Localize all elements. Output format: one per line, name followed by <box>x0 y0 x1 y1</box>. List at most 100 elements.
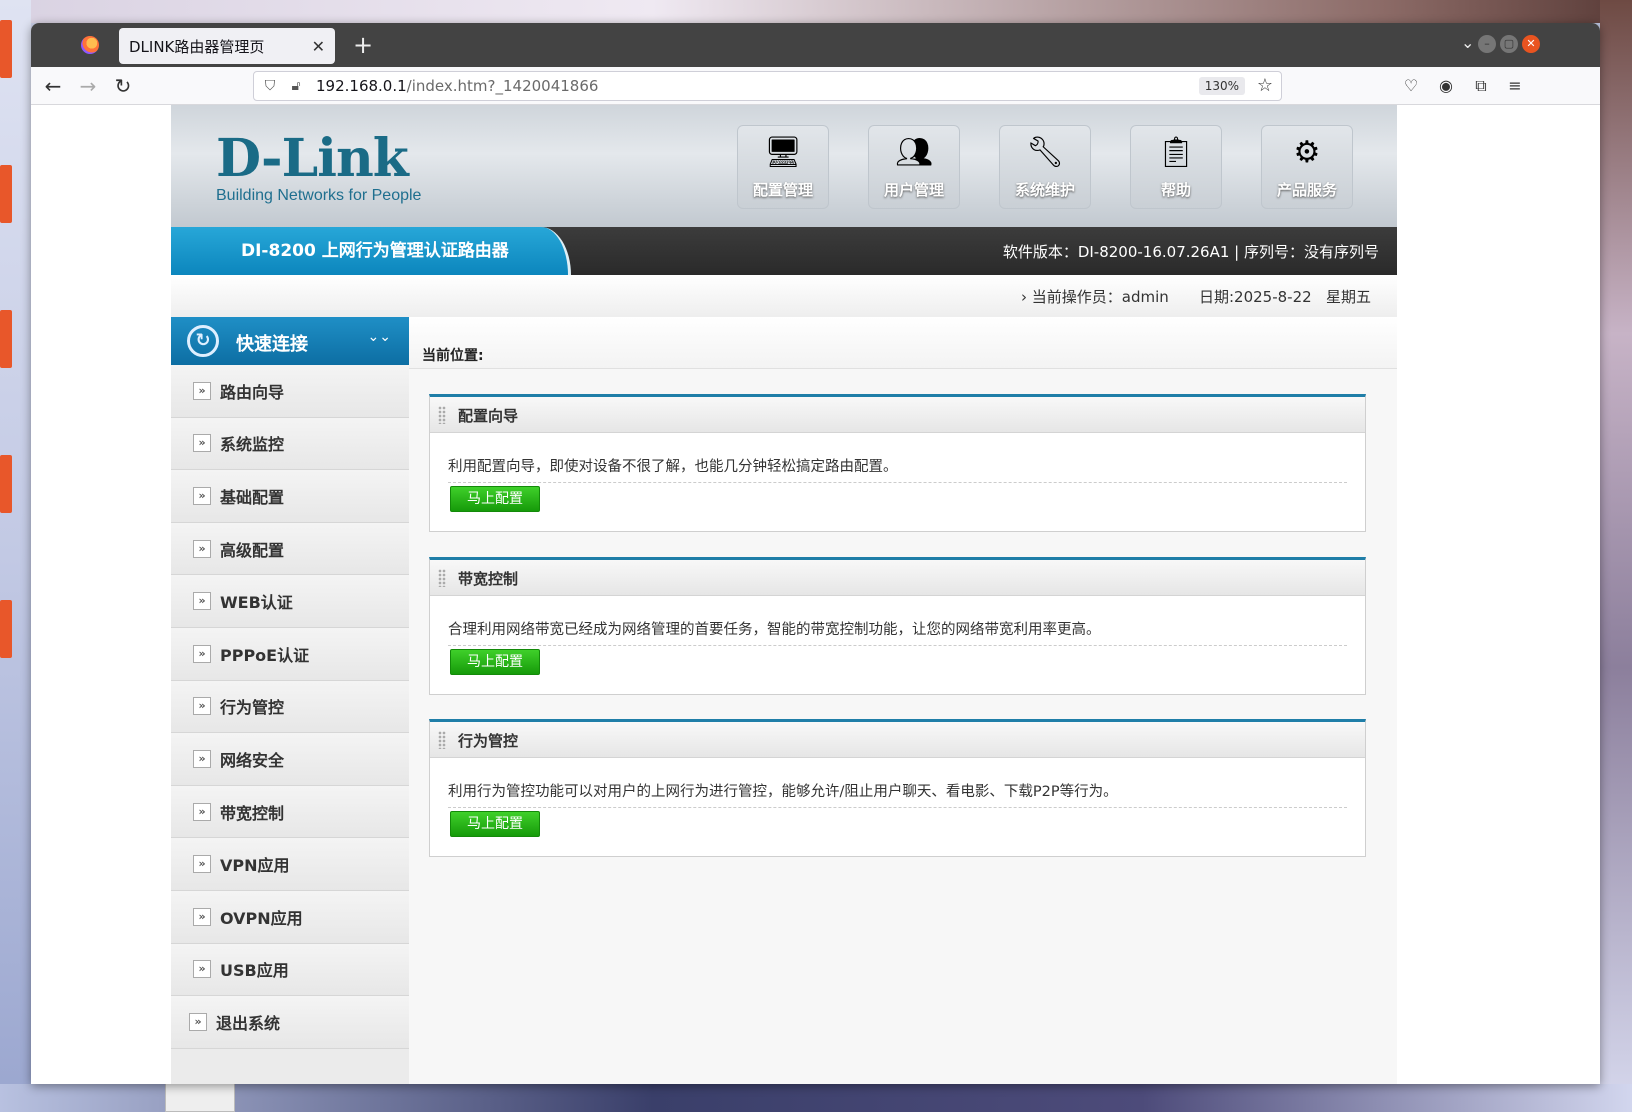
sidebar-item-label: 网络安全 <box>220 750 285 770</box>
main-content: 当前位置: 配置向导 利用配置向导，即使对设备不很了解，也能几分钟轻松搞定路由配… <box>409 317 1397 1084</box>
sliders-icon: ⚙︎ <box>1293 135 1321 170</box>
browser-tab[interactable]: DLINK路由器管理页 ✕ <box>119 28 335 64</box>
double-arrow-icon: » <box>193 539 211 558</box>
double-arrow-icon: » <box>193 434 211 453</box>
nav-label: 帮助 <box>1160 181 1191 199</box>
panel-behavior-control: 行为管控 利用行为管控功能可以对用户的上网行为进行管控，能够允许/阻止用户聊天、… <box>429 719 1366 857</box>
browser-titlebar: DLINK路由器管理页 ✕ + ⌄ – ▢ ✕ <box>31 23 1600 67</box>
double-chevron-down-icon[interactable]: ⌄⌄ <box>368 329 391 345</box>
sidebar-item-logout[interactable]: » 退出系统 <box>171 996 409 1049</box>
sidebar-item-route-wizard[interactable]: » 路由向导 <box>171 365 409 418</box>
router-header: D-Link Building Networks for People 🖥︎ 配… <box>171 105 1397 227</box>
desktop-file-icon[interactable] <box>0 600 12 658</box>
desktop-document-icon[interactable] <box>165 1082 235 1112</box>
desktop-background-top <box>0 0 1632 23</box>
back-button[interactable]: ← <box>41 74 65 98</box>
nav-help[interactable]: 📋︎ 帮助 <box>1130 125 1222 209</box>
insecure-lock-icon[interactable]: 🔓︎ <box>286 78 306 94</box>
double-arrow-icon: » <box>193 697 211 716</box>
nav-label: 用户管理 <box>883 181 944 199</box>
shield-icon[interactable]: ⛉ <box>260 78 280 94</box>
desktop-file-icon[interactable] <box>0 310 12 368</box>
browser-window: DLINK路由器管理页 ✕ + ⌄ – ▢ ✕ ← → ↻ ⛉ 🔓︎ 192.1… <box>31 23 1600 1084</box>
version-info: 软件版本：DI-8200-16.07.26A1 | 序列号：没有序列号 <box>1002 243 1379 261</box>
double-arrow-icon: » <box>193 802 211 821</box>
router-page: D-Link Building Networks for People 🖥︎ 配… <box>171 105 1397 1084</box>
nav-system-maintenance[interactable]: 🔧︎ 系统维护 <box>999 125 1091 209</box>
close-window-button[interactable]: ✕ <box>1522 35 1540 53</box>
nav-label: 系统维护 <box>1014 181 1075 199</box>
desktop-file-icon[interactable] <box>0 20 12 78</box>
model-title-bar: DI-8200 上网行为管理认证路由器 软件版本：DI-8200-16.07.2… <box>171 227 1397 275</box>
configure-now-button[interactable]: 马上配置 <box>450 649 540 675</box>
double-arrow-icon: » <box>193 960 211 979</box>
sidebar-item-usb[interactable]: » USB应用 <box>171 943 409 997</box>
tab-list-chevron-icon[interactable]: ⌄ <box>1461 33 1474 52</box>
panel-description: 利用配置向导，即使对设备不很了解，也能几分钟轻松搞定路由配置。 <box>448 455 1347 483</box>
maximize-button[interactable]: ▢ <box>1500 35 1518 53</box>
panel-bandwidth-control: 带宽控制 合理利用网络带宽已经成为网络管理的首要任务，智能的带宽控制功能，让您的… <box>429 557 1366 695</box>
url-bar[interactable]: ⛉ 🔓︎ 192.168.0.1 /index.htm?_1420041866 … <box>253 71 1282 101</box>
sidebar-item-label: 行为管控 <box>220 698 285 718</box>
reload-button[interactable]: ↻ <box>111 74 135 98</box>
minimize-button[interactable]: – <box>1478 35 1496 53</box>
panel-header: 配置向导 <box>430 397 1365 433</box>
desktop-background-right <box>1600 0 1632 1112</box>
bookmark-star-icon[interactable]: ☆ <box>1257 75 1273 96</box>
top-navigation: 🖥︎ 配置管理 👥︎ 用户管理 🔧︎ 系统维护 📋︎ 帮助 ⚙︎ 产品服务 <box>737 125 1353 209</box>
panel-header: 带宽控制 <box>430 560 1365 596</box>
sidebar-item-ovpn[interactable]: » OVPN应用 <box>171 890 409 944</box>
pocket-icon[interactable]: ♡ <box>1401 76 1421 96</box>
url-path: /index.htm?_1420041866 <box>406 77 599 95</box>
new-tab-button[interactable]: + <box>349 31 377 59</box>
browser-navbar: ← → ↻ ⛉ 🔓︎ 192.168.0.1 /index.htm?_14200… <box>31 67 1600 105</box>
sidebar-header[interactable]: ↻ 快速连接 ⌄⌄ <box>171 317 409 365</box>
double-arrow-icon: » <box>193 644 211 663</box>
account-icon[interactable]: ◉ <box>1436 76 1456 96</box>
desktop-file-icon[interactable] <box>0 455 12 513</box>
sidebar-item-bandwidth-control[interactable]: » 带宽控制 <box>171 785 409 839</box>
model-title: DI-8200 上网行为管理认证路由器 <box>171 227 571 275</box>
tools-icon: 🔧︎ <box>1025 135 1065 170</box>
tab-title: DLINK路由器管理页 <box>129 37 265 56</box>
sidebar-item-label: PPPoE认证 <box>220 645 310 665</box>
extensions-icon[interactable]: ⧉ <box>1471 76 1491 96</box>
panel-title: 行为管控 <box>458 732 519 750</box>
double-arrow-icon: » <box>193 907 211 926</box>
sidebar-item-network-security[interactable]: » 网络安全 <box>171 733 409 786</box>
forward-button[interactable]: → <box>76 74 100 98</box>
sidebar-item-advanced-config[interactable]: » 高级配置 <box>171 522 409 576</box>
sidebar-item-label: 基础配置 <box>220 487 285 507</box>
drag-grip-icon[interactable] <box>438 569 446 587</box>
panel-description: 合理利用网络带宽已经成为网络管理的首要任务，智能的带宽控制功能，让您的网络带宽利… <box>448 618 1347 646</box>
sidebar-item-label: USB应用 <box>220 961 289 981</box>
sidebar-item-vpn[interactable]: » VPN应用 <box>171 838 409 891</box>
zoom-level-badge[interactable]: 130% <box>1198 77 1245 95</box>
url-host: 192.168.0.1 <box>316 77 407 95</box>
configure-now-button[interactable]: 马上配置 <box>450 811 540 837</box>
quick-connect-icon: ↻ <box>187 325 219 357</box>
users-icon: 👥︎ <box>894 135 934 170</box>
sidebar-item-pppoe-auth[interactable]: » PPPoE认证 <box>171 627 409 681</box>
configure-now-button[interactable]: 马上配置 <box>450 486 540 512</box>
nav-config-management[interactable]: 🖥︎ 配置管理 <box>737 125 829 209</box>
drag-grip-icon[interactable] <box>438 731 446 749</box>
menu-icon[interactable]: ≡ <box>1505 76 1525 96</box>
nav-label: 产品服务 <box>1276 181 1337 199</box>
monitor-icon: 🖥︎ <box>763 135 803 170</box>
panel-header: 行为管控 <box>430 722 1365 758</box>
sidebar-item-label: 路由向导 <box>220 382 285 402</box>
desktop-file-icon[interactable] <box>0 165 12 223</box>
firefox-icon <box>81 36 99 54</box>
sidebar-item-web-auth[interactable]: » WEB认证 <box>171 575 409 628</box>
double-arrow-icon: » <box>193 855 211 874</box>
current-operator: › 当前操作员：admin <box>1021 288 1169 306</box>
sidebar-item-system-monitor[interactable]: » 系统监控 <box>171 417 409 471</box>
close-tab-icon[interactable]: ✕ <box>312 37 325 56</box>
nav-user-management[interactable]: 👥︎ 用户管理 <box>868 125 960 209</box>
sidebar: ↻ 快速连接 ⌄⌄ » 路由向导 » 系统监控 » 基础配置 » 高级配置 » WEB认证… <box>171 317 409 1084</box>
nav-product-service[interactable]: ⚙︎ 产品服务 <box>1261 125 1353 209</box>
sidebar-item-basic-config[interactable]: » 基础配置 <box>171 470 409 523</box>
drag-grip-icon[interactable] <box>438 406 446 424</box>
sidebar-item-behavior-control[interactable]: » 行为管控 <box>171 680 409 734</box>
